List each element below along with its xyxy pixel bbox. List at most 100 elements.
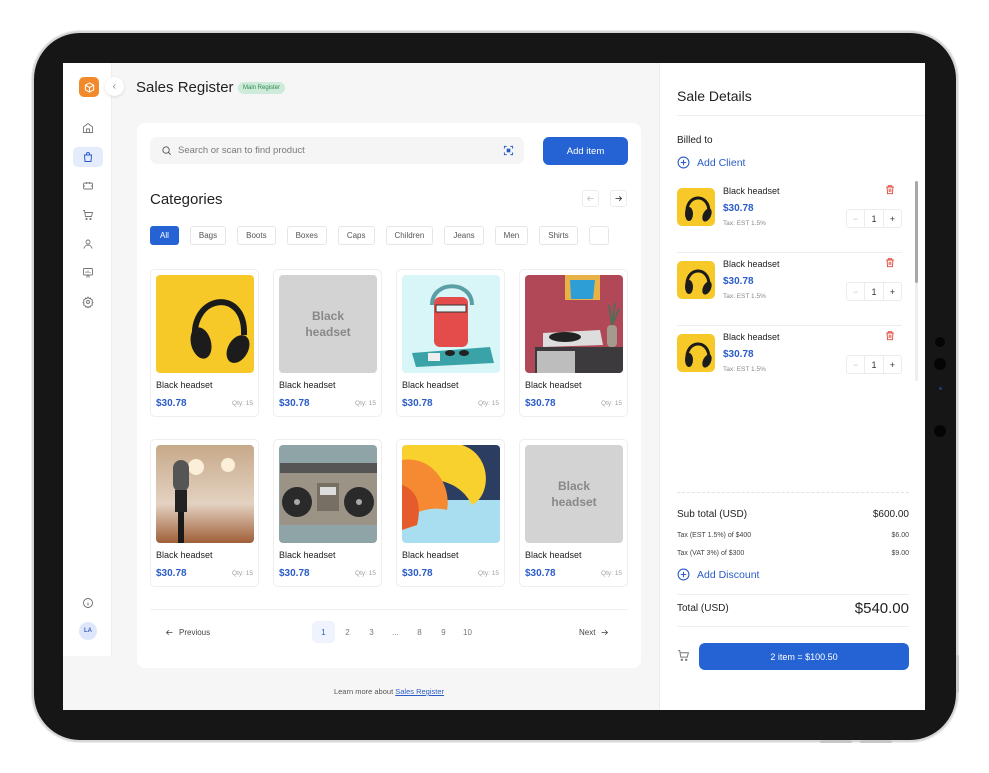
category-chip-bags[interactable]: Bags xyxy=(189,226,227,245)
quantity-value[interactable]: 1 xyxy=(865,356,882,373)
footer-link[interactable]: Sales Register xyxy=(395,687,444,696)
page-button[interactable]: 3 xyxy=(360,621,383,643)
page-button[interactable]: 2 xyxy=(336,621,359,643)
trash-icon[interactable] xyxy=(885,184,895,195)
decrement-button[interactable]: − xyxy=(847,283,866,300)
product-card[interactable]: Black headset $30.78 Qty: 15 xyxy=(396,439,505,587)
line-item-tax: Tax: EST 1.5% xyxy=(723,293,766,300)
categories-title: Categories xyxy=(150,191,223,208)
collapse-sidebar-button[interactable] xyxy=(105,77,124,96)
presentation-chart-icon xyxy=(83,268,93,278)
product-image-turntable xyxy=(525,275,623,373)
total-row: Total (USD) $540.00 xyxy=(677,600,909,617)
barcode-scan-icon[interactable] xyxy=(503,145,514,156)
device-indicator xyxy=(939,387,942,390)
page-button[interactable]: 1 xyxy=(312,621,335,643)
line-item-price: $30.78 xyxy=(723,203,754,214)
category-chip-shirts[interactable]: Shirts xyxy=(539,226,578,245)
products-card: Add item Categories All Bags Boots Boxes Cap… xyxy=(137,123,641,668)
page-button[interactable]: 10 xyxy=(456,621,479,643)
product-card[interactable]: Black headset $30.78 Qty: 15 xyxy=(396,269,505,417)
product-image-abstract xyxy=(402,445,500,543)
sidebar-item-settings[interactable] xyxy=(73,292,103,312)
device-camera xyxy=(934,358,946,370)
app-logo[interactable] xyxy=(79,77,99,97)
add-item-button[interactable]: Add item xyxy=(543,137,628,165)
device-sensor xyxy=(935,337,945,347)
trash-icon[interactable] xyxy=(885,330,895,341)
category-chip-jeans[interactable]: Jeans xyxy=(444,226,484,245)
cart-icon xyxy=(83,210,94,221)
page-button[interactable]: 9 xyxy=(432,621,455,643)
quantity-value[interactable]: 1 xyxy=(865,210,882,227)
next-label: Next xyxy=(579,628,596,637)
sidebar-item-sales[interactable] xyxy=(73,147,103,167)
cart-icon[interactable] xyxy=(677,649,690,662)
divider xyxy=(677,594,909,595)
category-chip-boots[interactable]: Boots xyxy=(237,226,276,245)
category-chip-caps[interactable]: Caps xyxy=(337,226,375,245)
total-value: $540.00 xyxy=(854,600,909,617)
sidebar-item-home[interactable] xyxy=(73,118,103,138)
product-card[interactable]: Black headset $30.78 Qty: 15 xyxy=(273,439,382,587)
product-name: Black headset xyxy=(402,380,459,390)
increment-button[interactable]: + xyxy=(882,210,901,227)
product-qty: Qty: 15 xyxy=(478,400,499,407)
product-name: Black headset xyxy=(279,380,336,390)
product-name: Black headset xyxy=(156,550,213,560)
sidebar-item-reports[interactable] xyxy=(73,263,103,283)
category-chip-all[interactable]: All xyxy=(150,226,179,245)
pagination-divider xyxy=(150,609,628,610)
add-client-label: Add Client xyxy=(697,156,746,169)
sidebar-nav: LA xyxy=(63,63,112,656)
previous-page-button[interactable]: Previous xyxy=(165,628,210,637)
search-bar xyxy=(150,137,524,164)
scrollbar-thumb[interactable] xyxy=(915,181,918,283)
next-page-button[interactable]: Next xyxy=(579,628,609,637)
device-volume-button xyxy=(860,740,892,743)
sidebar-item-tickets[interactable] xyxy=(73,176,103,196)
line-item: Black headset $30.78 Tax: EST 1.5% − 1 + xyxy=(677,326,902,399)
tax-label: Tax (VAT 3%) of $300 xyxy=(677,550,745,557)
product-card[interactable]: Black headset Black headset $30.78 Qty: 1… xyxy=(519,439,628,587)
decrement-button[interactable]: − xyxy=(847,210,866,227)
checkout-button[interactable]: 2 item = $100.50 xyxy=(699,643,909,670)
product-price: $30.78 xyxy=(525,568,556,579)
categories-prev-button[interactable] xyxy=(582,190,599,207)
product-image-boombox xyxy=(279,445,377,543)
page-title: Sales Register xyxy=(136,79,234,96)
product-card[interactable]: Black headset Black headset $30.78 Qty: 1… xyxy=(273,269,382,417)
arrow-right-icon xyxy=(615,195,623,202)
line-item-image xyxy=(677,261,715,299)
category-chip-men[interactable]: Men xyxy=(494,226,529,245)
total-label: Total (USD) xyxy=(677,603,729,614)
trash-icon[interactable] xyxy=(885,257,895,268)
page-button[interactable]: 8 xyxy=(408,621,431,643)
sidebar-item-cart[interactable] xyxy=(73,205,103,225)
add-discount-button[interactable]: Add Discount xyxy=(677,568,759,581)
category-chip-children[interactable]: Children xyxy=(385,226,434,245)
shopping-bag-icon xyxy=(83,152,93,162)
product-card[interactable]: Black headset $30.78 Qty: 15 xyxy=(519,269,628,417)
product-qty: Qty: 15 xyxy=(355,570,376,577)
category-chip-boxes[interactable]: Boxes xyxy=(286,226,327,245)
increment-button[interactable]: + xyxy=(882,356,901,373)
panel-title: Sale Details xyxy=(677,88,752,104)
subtotal-row: Sub total (USD) $600.00 xyxy=(677,509,909,520)
categories-next-button[interactable] xyxy=(610,190,627,207)
product-card[interactable]: Black headset $30.78 Qty: 15 xyxy=(150,269,259,417)
decrement-button[interactable]: − xyxy=(847,356,866,373)
info-button[interactable] xyxy=(73,593,103,613)
line-items-scrollbar[interactable] xyxy=(915,181,918,381)
line-item-name: Black headset xyxy=(723,259,780,269)
arrow-left-icon xyxy=(165,629,173,636)
product-card[interactable]: Black headset $30.78 Qty: 15 xyxy=(150,439,259,587)
product-price: $30.78 xyxy=(279,398,310,409)
avatar[interactable]: LA xyxy=(79,622,97,640)
quantity-value[interactable]: 1 xyxy=(865,283,882,300)
add-client-button[interactable]: Add Client xyxy=(677,156,745,169)
increment-button[interactable]: + xyxy=(882,283,901,300)
sidebar-item-users[interactable] xyxy=(73,234,103,254)
category-chip-more[interactable] xyxy=(588,226,609,245)
search-input[interactable] xyxy=(178,145,478,156)
